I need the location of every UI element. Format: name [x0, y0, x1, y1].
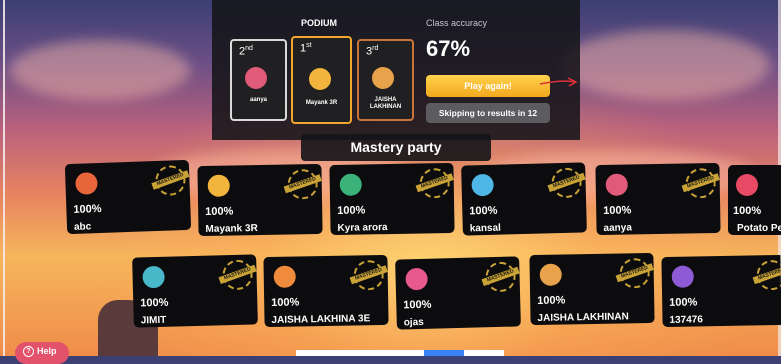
avatar	[339, 173, 362, 196]
mastery-card: MASTERED 100% Mayank 3R	[197, 163, 323, 237]
help-button[interactable]: ? Help	[15, 342, 69, 364]
mastery-card: MASTERED 100% JAISHA LAKHINA 3E	[263, 254, 389, 328]
avatar	[405, 267, 428, 291]
student-name: ojas	[403, 316, 424, 329]
mastered-stamp-icon: MASTERED	[283, 168, 322, 200]
student-name: Potato Pe	[737, 223, 781, 234]
podium-panel: PODIUM 2nd aanya 1st Mayank 3R 3rd JAISH…	[212, 0, 580, 140]
mastered-stamp-icon: MASTERED	[615, 257, 654, 289]
mastery-percent: 100%	[403, 298, 432, 312]
podium-second-place: 2nd aanya	[230, 39, 287, 121]
bottom-bar	[296, 350, 504, 356]
student-name: Mayank 3R	[205, 223, 258, 235]
avatar	[605, 173, 628, 196]
mastery-percent: 100%	[73, 202, 102, 216]
mastery-card: MASTERED 100% Kyra arora	[329, 162, 455, 236]
help-label: Help	[37, 346, 57, 356]
mastery-party-title: Mastery party	[301, 134, 491, 161]
student-name: 137476	[669, 314, 703, 326]
student-name: kansal	[469, 222, 502, 235]
mastered-stamp-icon: MASTERED	[481, 261, 520, 293]
player-name: aanya	[249, 97, 267, 103]
student-name: abc	[73, 221, 92, 233]
mastery-percent: 100%	[537, 294, 566, 307]
mastery-percent: 100%	[205, 205, 234, 218]
mastery-card: MASTERED 100% kansal	[461, 162, 587, 236]
mastery-percent: 100%	[337, 204, 366, 217]
student-name: JIMIT	[140, 314, 167, 327]
class-accuracy-label: Class accuracy	[426, 18, 488, 28]
avatar	[207, 174, 230, 197]
student-name: Kyra arora	[337, 222, 388, 234]
mastery-percent: 100%	[271, 296, 300, 309]
mastered-stamp-icon: MASTERED	[349, 259, 388, 291]
mastered-stamp-icon: MASTERED	[681, 167, 720, 199]
mastery-card: MASTERED 100% aanya	[595, 162, 721, 236]
mastery-percent: 100%	[669, 296, 698, 309]
mastered-stamp-icon: MASTERED	[151, 164, 190, 197]
frame-left	[3, 0, 5, 356]
mastery-percent: 100%	[140, 296, 169, 310]
play-again-button[interactable]: Play again!	[426, 75, 550, 97]
mastery-card: MASTERED 100% abc	[64, 159, 192, 235]
mastered-stamp-icon: MASTERED	[218, 259, 257, 291]
podium-third-place: 3rd JAISHA LAKHINAN	[357, 39, 414, 121]
mastery-percent: 100%	[733, 205, 762, 217]
mastery-card: 100% Potato Pe	[728, 165, 781, 235]
mastered-stamp-icon: MASTERED	[547, 167, 586, 199]
avatar	[75, 172, 98, 195]
avatar	[471, 173, 494, 197]
avatar	[273, 265, 296, 288]
rank-label: 3rd	[366, 45, 379, 58]
avatar	[736, 174, 758, 196]
avatar	[309, 68, 331, 90]
mastered-stamp-icon: MASTERED	[752, 259, 781, 291]
class-accuracy-value: 67%	[426, 36, 471, 61]
student-name: aanya	[603, 222, 632, 234]
red-arrow-scribble	[539, 77, 578, 87]
cloud	[10, 40, 190, 100]
mastery-card: MASTERED 100% 137476	[661, 254, 781, 328]
avatar	[142, 265, 165, 289]
avatar	[372, 67, 394, 89]
student-name: JAISHA LAKHINAN	[537, 311, 629, 324]
rank-label: 2nd	[239, 45, 253, 58]
player-name: JAISHA LAKHINAN	[369, 97, 402, 110]
bottom-bar-accent	[424, 350, 464, 356]
question-circle-icon: ?	[23, 346, 34, 358]
skip-to-results-button[interactable]: Skipping to results in 12	[426, 103, 550, 123]
cloud	[560, 30, 770, 100]
student-name: JAISHA LAKHINA 3E	[271, 313, 371, 326]
podium-title: PODIUM	[301, 18, 337, 28]
podium-first-place: 1st Mayank 3R	[291, 36, 352, 124]
avatar	[539, 263, 562, 286]
mastery-card: MASTERED 100% ojas	[395, 256, 521, 330]
avatar	[245, 67, 267, 89]
mastered-stamp-icon: MASTERED	[415, 167, 454, 199]
mastery-percent: 100%	[603, 204, 632, 217]
player-name: Mayank 3R	[305, 100, 338, 106]
avatar	[671, 265, 694, 288]
mastery-percent: 100%	[469, 204, 498, 218]
rank-label: 1st	[300, 42, 312, 55]
mastery-card: MASTERED 100% JIMIT	[132, 254, 258, 328]
mastery-card: MASTERED 100% JAISHA LAKHINAN	[529, 252, 655, 326]
